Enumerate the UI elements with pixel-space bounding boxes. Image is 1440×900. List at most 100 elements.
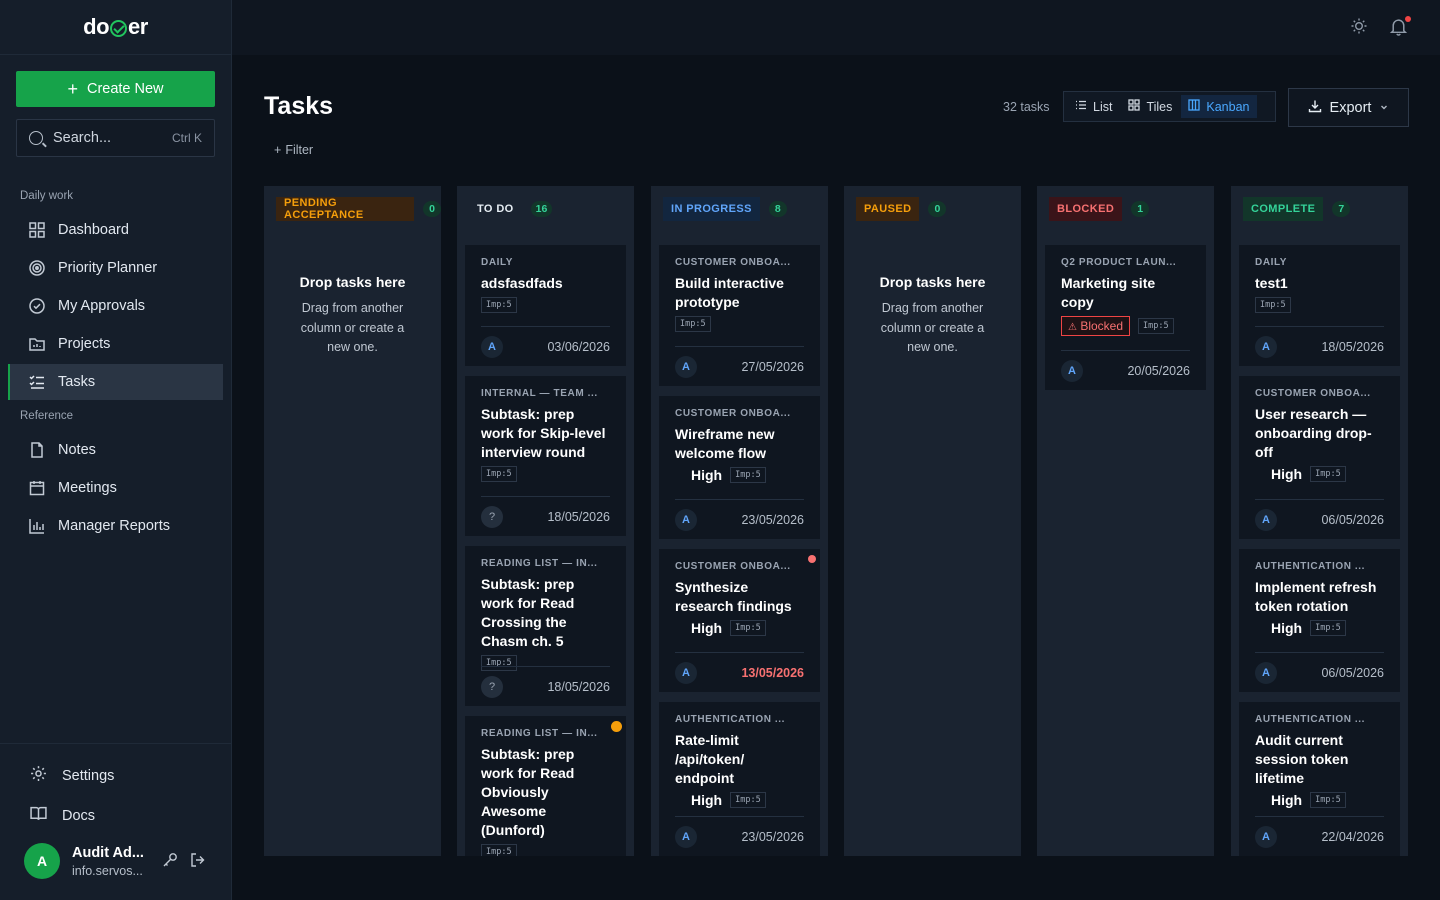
search-input[interactable]: Search... Ctrl K [16, 119, 215, 157]
due-date: 23/05/2026 [741, 829, 804, 844]
priority-label: High [1271, 466, 1303, 482]
drop-zone-subtitle: Drag from another column or create a new… [880, 301, 985, 354]
logout-icon[interactable] [190, 852, 206, 872]
sidebar-item-my-approvals[interactable]: My Approvals [8, 288, 223, 324]
card-title: Build interactive prototype [675, 275, 784, 310]
sidebar-item-label: Dashboard [58, 222, 129, 238]
theme-toggle-sun-icon[interactable] [1350, 17, 1368, 40]
card-meta: High Imp:5 [675, 620, 804, 636]
task-card[interactable]: AUTHENTICATION ... Implement refresh tok… [1239, 549, 1400, 692]
assignee-avatar[interactable]: A [675, 661, 697, 684]
file-icon [28, 441, 46, 459]
sidebar-item-label: My Approvals [58, 298, 146, 314]
assignee-avatar[interactable]: A [1255, 661, 1277, 684]
assignee-avatar[interactable]: A [675, 825, 697, 848]
sidebar: do er + Create New Search... Ctrl K Daily… [0, 0, 232, 900]
task-card[interactable]: CUSTOMER ONBOA... Synthesize research fi… [659, 549, 820, 692]
due-date: 22/04/2026 [1321, 829, 1384, 844]
app-logo[interactable]: do er [0, 0, 231, 55]
sidebar-item-manager-reports[interactable]: Manager Reports [8, 508, 223, 544]
docs-link[interactable]: Docs [30, 805, 95, 827]
user-name: Audit Ad... [72, 845, 144, 861]
key-icon[interactable] [162, 852, 178, 872]
view-tiles-button[interactable]: Tiles [1121, 95, 1179, 118]
coin-indicator-icon [611, 721, 622, 732]
priority-label: High [1271, 792, 1303, 808]
card-footer: ? 18/05/2026 [481, 496, 610, 536]
card-meta: High Imp:5 [1255, 792, 1384, 808]
task-card[interactable]: INTERNAL — TEAM ... Subtask: prep work f… [465, 376, 626, 536]
settings-link[interactable]: Settings [30, 765, 114, 787]
sidebar-item-priority-planner[interactable]: Priority Planner [8, 250, 223, 286]
sidebar-item-meetings[interactable]: Meetings [8, 470, 223, 506]
task-card[interactable]: AUTHENTICATION ... Audit current session… [1239, 702, 1400, 856]
task-card[interactable]: AUTHENTICATION ... Rate-limit /api/token… [659, 702, 820, 856]
card-footer: A 22/04/2026 [1255, 816, 1384, 856]
card-meta: Imp:5 [481, 844, 610, 856]
card-title: adsfasdfads [481, 275, 563, 291]
importance-badge: Imp:5 [1310, 620, 1346, 636]
task-card[interactable]: CUSTOMER ONBOA... Build interactive prot… [659, 245, 820, 386]
sidebar-item-projects[interactable]: Projects [8, 326, 223, 362]
view-kanban-button[interactable]: Kanban [1181, 95, 1257, 118]
card-category: AUTHENTICATION ... [1255, 714, 1366, 725]
add-filter-button[interactable]: + Filter [274, 143, 313, 157]
due-date-overdue: 13/05/2026 [741, 665, 804, 680]
sidebar-item-dashboard[interactable]: Dashboard [8, 212, 223, 248]
card-footer: A 23/05/2026 [675, 499, 804, 539]
create-new-button[interactable]: + Create New [16, 71, 215, 107]
list-icon [1075, 99, 1087, 114]
column-count: 16 [530, 201, 553, 217]
sidebar-item-notes[interactable]: Notes [8, 432, 223, 468]
sidebar-item-label: Projects [58, 336, 111, 352]
assignee-avatar[interactable]: A [1255, 825, 1277, 848]
task-card[interactable]: CUSTOMER ONBOA... Wireframe new welcome … [659, 396, 820, 539]
card-category: INTERNAL — TEAM ... [481, 388, 598, 399]
column-count: 0 [423, 201, 441, 217]
card-footer: A 27/05/2026 [675, 346, 804, 386]
sidebar-item-tasks[interactable]: Tasks [8, 364, 223, 400]
filter-label: Filter [285, 143, 314, 157]
sidebar-item-label: Meetings [58, 480, 117, 496]
column-count: 7 [1332, 201, 1351, 217]
view-tiles-label: Tiles [1146, 99, 1173, 114]
assignee-avatar[interactable]: ? [481, 675, 503, 698]
assignee-avatar[interactable]: A [481, 335, 503, 358]
due-date: 23/05/2026 [741, 512, 804, 527]
user-avatar[interactable]: A [24, 843, 60, 879]
assignee-avatar[interactable]: A [1061, 359, 1083, 382]
docs-label: Docs [62, 808, 96, 824]
drop-zone[interactable]: Drop tasks here Drag from another column… [844, 274, 1021, 358]
column-count: 8 [768, 201, 787, 217]
assignee-avatar[interactable]: A [675, 355, 697, 378]
download-icon [1308, 99, 1322, 117]
drop-zone[interactable]: Drop tasks here Drag from another column… [264, 274, 441, 358]
status-tag: BLOCKED [1049, 197, 1123, 221]
page-title: Tasks [264, 92, 334, 120]
gear-icon [30, 765, 48, 787]
check-circle-logo-icon [110, 19, 128, 37]
task-card[interactable]: CUSTOMER ONBOA... User research — onboar… [1239, 376, 1400, 539]
importance-badge: Imp:5 [1138, 318, 1174, 334]
folder-icon [28, 335, 46, 353]
columns-icon [1188, 99, 1201, 114]
sidebar-item-label: Manager Reports [58, 518, 171, 534]
grid-icon [1128, 99, 1141, 114]
priority-label: High [691, 792, 723, 808]
assignee-avatar[interactable]: A [1255, 508, 1277, 531]
task-card[interactable]: READING LIST — IN... Subtask: prep work … [465, 546, 626, 706]
importance-badge: Imp:5 [730, 620, 766, 636]
card-category: READING LIST — IN... [481, 728, 598, 739]
export-button[interactable]: Export [1288, 88, 1409, 127]
view-list-button[interactable]: List [1068, 95, 1119, 118]
assignee-avatar[interactable]: ? [481, 505, 503, 528]
task-card[interactable]: DAILY adsfasdfads Imp:5 A 03/06/2026 [465, 245, 626, 366]
assignee-avatar[interactable]: A [675, 508, 697, 531]
task-card[interactable]: READING LIST — IN... Subtask: prep work … [465, 716, 626, 856]
task-card[interactable]: DAILY test1 Imp:5 A 18/05/2026 [1239, 245, 1400, 366]
assignee-avatar[interactable]: A [1255, 335, 1277, 358]
priority-label: High [691, 467, 723, 483]
task-card[interactable]: Q2 PRODUCT LAUN... Marketing site copy ⚠… [1045, 245, 1206, 390]
priority-label: High [691, 620, 723, 636]
kanban-column-to-do: TO DO 16 DAILY adsfasdfads Imp:5 A 03/06… [457, 186, 634, 856]
